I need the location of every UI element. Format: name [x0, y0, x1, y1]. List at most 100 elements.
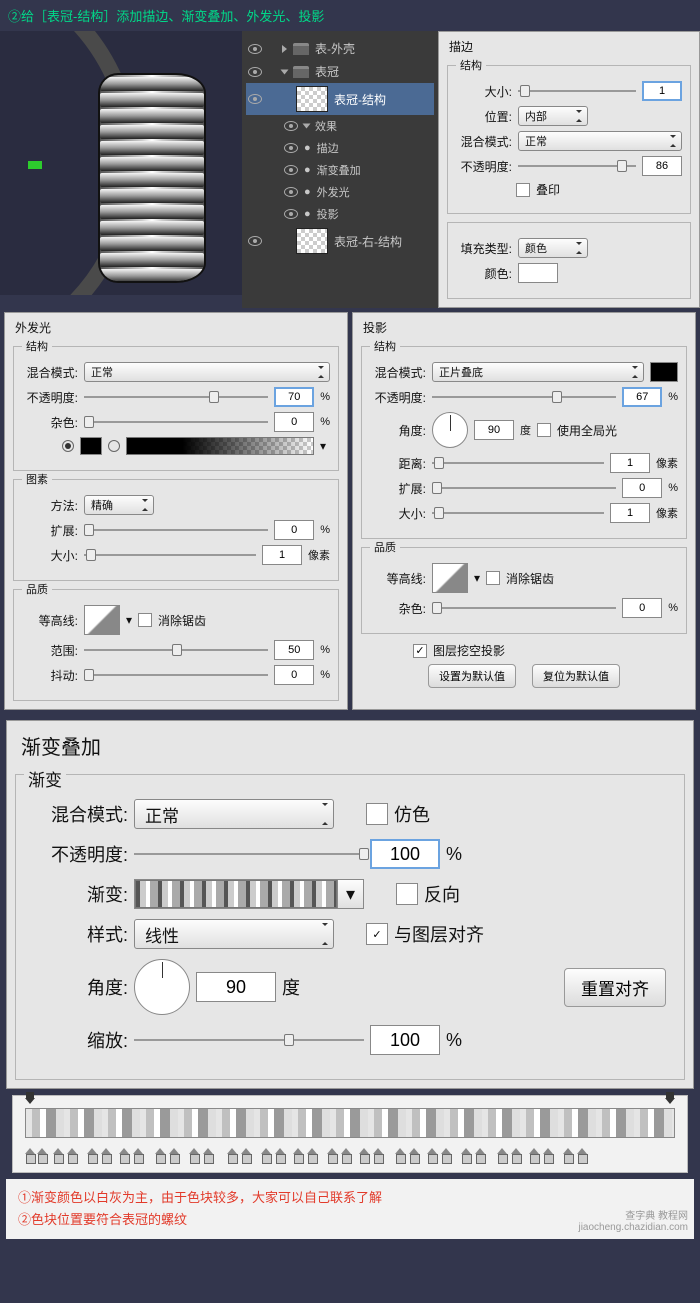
visibility-icon[interactable] — [248, 67, 262, 77]
color-stop[interactable] — [189, 1148, 199, 1162]
layer-group-crown[interactable]: 表冠 — [246, 60, 434, 83]
glow-color-swatch[interactable] — [80, 437, 102, 455]
color-stop[interactable] — [475, 1148, 485, 1162]
color-stop[interactable] — [497, 1148, 507, 1162]
expand-icon[interactable] — [281, 69, 289, 74]
visibility-icon[interactable] — [284, 121, 298, 131]
grad-scale-slider[interactable] — [134, 1032, 364, 1048]
grad-blend-select[interactable]: 正常 — [134, 799, 334, 829]
grad-angle-input[interactable] — [196, 972, 276, 1002]
global-light-checkbox[interactable] — [537, 423, 551, 437]
visibility-icon[interactable] — [284, 209, 298, 219]
shadow-antialias-checkbox[interactable] — [486, 571, 500, 585]
size-slider[interactable] — [518, 83, 636, 99]
color-stop[interactable] — [461, 1148, 471, 1162]
layer-group-shell[interactable]: 表-外壳 — [246, 37, 434, 60]
grad-opacity-slider[interactable] — [134, 846, 364, 862]
shadow-opacity-slider[interactable] — [432, 389, 616, 405]
fx-header[interactable]: 效果 — [246, 115, 434, 137]
color-stop[interactable] — [203, 1148, 213, 1162]
shadow-noise-input[interactable] — [622, 598, 662, 618]
color-stop[interactable] — [87, 1148, 97, 1162]
color-stop[interactable] — [395, 1148, 405, 1162]
shadow-size-input[interactable] — [610, 503, 650, 523]
glow-range-slider[interactable] — [84, 642, 268, 658]
reset-default-button[interactable]: 复位为默认值 — [532, 664, 620, 688]
opacity-stop[interactable] — [665, 1098, 675, 1110]
glow-opacity-input[interactable] — [274, 387, 314, 407]
visibility-icon[interactable] — [284, 165, 298, 175]
color-stop[interactable] — [577, 1148, 587, 1162]
overprint-checkbox[interactable] — [516, 183, 530, 197]
collapse-icon[interactable] — [282, 45, 287, 53]
opacity-slider[interactable] — [518, 158, 636, 174]
glow-range-input[interactable] — [274, 640, 314, 660]
shadow-opacity-input[interactable] — [622, 387, 662, 407]
shadow-noise-slider[interactable] — [432, 600, 616, 616]
color-stop[interactable] — [307, 1148, 317, 1162]
realign-button[interactable]: 重置对齐 — [564, 968, 666, 1007]
glow-size-slider[interactable] — [84, 547, 256, 563]
reverse-checkbox[interactable] — [396, 883, 418, 905]
shadow-blend-select[interactable]: 正片叠底 — [432, 362, 644, 382]
color-stop[interactable] — [261, 1148, 271, 1162]
glow-jitter-slider[interactable] — [84, 667, 268, 683]
color-stop[interactable] — [67, 1148, 77, 1162]
color-stop[interactable] — [133, 1148, 143, 1162]
glow-noise-input[interactable] — [274, 412, 314, 432]
fx-gradient[interactable]: ●渐变叠加 — [246, 159, 434, 181]
color-stop[interactable] — [227, 1148, 237, 1162]
shadow-spread-input[interactable] — [622, 478, 662, 498]
glow-contour[interactable] — [84, 605, 120, 635]
fill-type-select[interactable]: 颜色 — [518, 238, 588, 258]
color-stop[interactable] — [327, 1148, 337, 1162]
shadow-color-swatch[interactable] — [650, 362, 678, 382]
visibility-icon[interactable] — [284, 143, 298, 153]
glow-gradient-sample[interactable] — [126, 437, 314, 455]
color-stop[interactable] — [169, 1148, 179, 1162]
shadow-size-slider[interactable] — [432, 505, 604, 521]
grad-scale-input[interactable] — [370, 1025, 440, 1055]
position-select[interactable]: 内部 — [518, 106, 588, 126]
color-stop[interactable] — [155, 1148, 165, 1162]
grad-opacity-input[interactable] — [370, 839, 440, 869]
knockout-checkbox[interactable] — [413, 644, 427, 658]
layer-crown-right[interactable]: 表冠-右-结构 — [246, 225, 434, 257]
color-stop[interactable] — [427, 1148, 437, 1162]
glow-blend-select[interactable]: 正常 — [84, 362, 330, 382]
blend-select[interactable]: 正常 — [518, 131, 682, 151]
glow-noise-slider[interactable] — [84, 414, 268, 430]
dither-checkbox[interactable] — [366, 803, 388, 825]
glow-opacity-slider[interactable] — [84, 389, 268, 405]
color-stop[interactable] — [409, 1148, 419, 1162]
glow-gradient-radio[interactable] — [108, 440, 120, 452]
color-stop[interactable] — [359, 1148, 369, 1162]
align-checkbox[interactable] — [366, 923, 388, 945]
chevron-down-icon[interactable]: ▾ — [337, 880, 363, 908]
visibility-icon[interactable] — [248, 236, 262, 246]
glow-color-radio[interactable] — [62, 440, 74, 452]
gradient-bar[interactable] — [25, 1108, 675, 1138]
shadow-angle-dial[interactable] — [432, 412, 468, 448]
expand-icon[interactable] — [303, 124, 311, 129]
layer-crown-structure[interactable]: 表冠-结构 — [246, 83, 434, 115]
shadow-spread-slider[interactable] — [432, 480, 616, 496]
size-input[interactable] — [642, 81, 682, 101]
gradient-picker[interactable]: ▾ — [134, 879, 364, 909]
fx-shadow[interactable]: ●投影 — [246, 203, 434, 225]
shadow-angle-input[interactable] — [474, 420, 514, 440]
set-default-button[interactable]: 设置为默认值 — [428, 664, 516, 688]
shadow-contour[interactable] — [432, 563, 468, 593]
grad-angle-dial[interactable] — [134, 959, 190, 1015]
glow-method-select[interactable]: 精确 — [84, 495, 154, 515]
color-stop[interactable] — [529, 1148, 539, 1162]
visibility-icon[interactable] — [284, 187, 298, 197]
color-stop[interactable] — [25, 1148, 35, 1162]
glow-jitter-input[interactable] — [274, 665, 314, 685]
color-stop[interactable] — [119, 1148, 129, 1162]
glow-spread-input[interactable] — [274, 520, 314, 540]
color-stop[interactable] — [293, 1148, 303, 1162]
fx-glow[interactable]: ●外发光 — [246, 181, 434, 203]
color-stop[interactable] — [373, 1148, 383, 1162]
shadow-dist-input[interactable] — [610, 453, 650, 473]
